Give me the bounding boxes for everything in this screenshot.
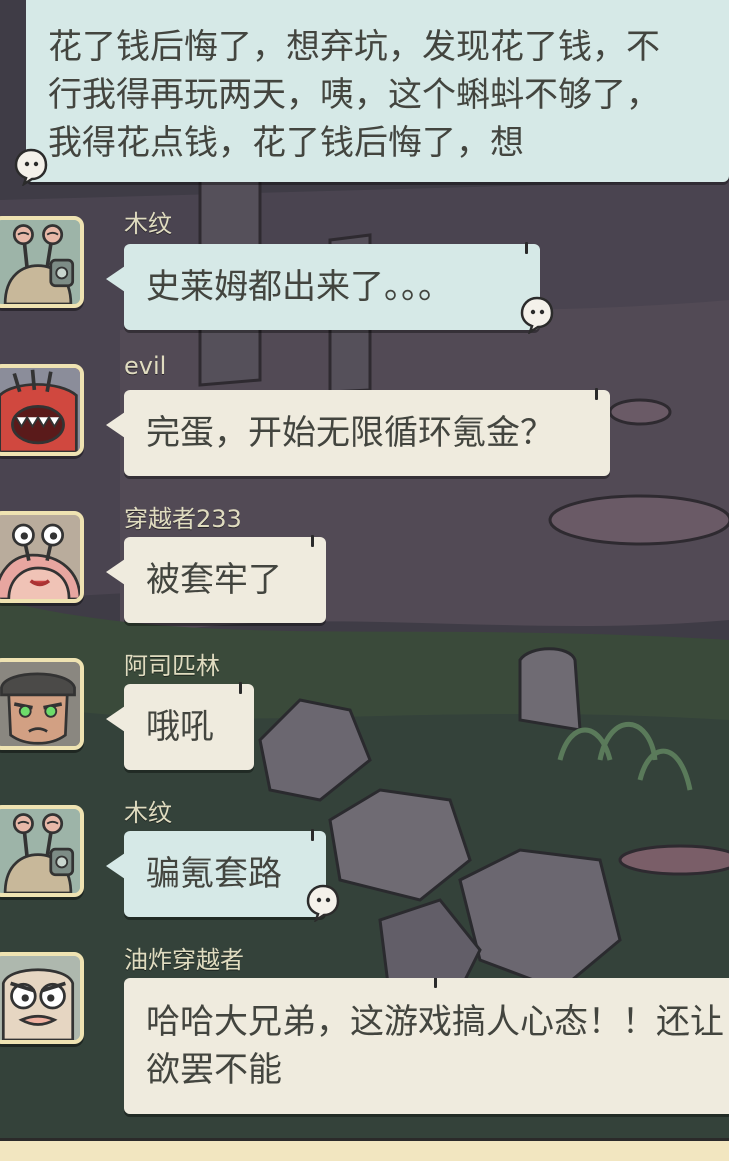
message-text-line: 我得花点钱，花了钱后悔了，想 [48, 123, 524, 163]
message-text: 哈哈大兄弟，这游戏搞人心态！！还让 [146, 1002, 724, 1042]
message-bubble: 哈哈大兄弟，这游戏搞人心态！！还让 欲罢不能 [124, 978, 729, 1114]
red-monster-avatar [0, 368, 80, 452]
message-text: 完蛋，开始无限循环氪金？ [146, 413, 554, 453]
ghost-reaction-icon[interactable] [520, 296, 554, 334]
avatar[interactable] [0, 805, 84, 897]
message-bubble: 花了钱后悔了，想弃坑，发现花了钱，不 行我得再玩两天，咦，这个蝌蚪不够了， 我得… [26, 0, 729, 182]
author-name: 木纹 [124, 799, 172, 827]
snail-goggles-avatar [0, 809, 80, 893]
author-name: evil [124, 352, 167, 380]
avatar[interactable] [0, 658, 84, 750]
bubble-pin [595, 388, 598, 400]
bubble-pin [239, 682, 242, 694]
message-text: 史莱姆都出来了。。。 [146, 267, 452, 307]
pink-snail-avatar [0, 515, 80, 599]
avatar[interactable] [0, 364, 84, 456]
bubble-pin [311, 535, 314, 547]
avatar[interactable] [0, 511, 84, 603]
bubble-pin [434, 978, 437, 988]
message-text-line-2: 欲罢不能 [146, 1050, 282, 1090]
ghost-reaction-icon[interactable] [14, 148, 48, 186]
message-bubble: 被套牢了 [106, 535, 326, 623]
message-text-line: 行我得再玩两天，咦，这个蝌蚪不够了， [48, 75, 660, 115]
bubble-pin [311, 829, 314, 841]
author-name: 阿司匹林 [124, 652, 220, 680]
snail-goggles-avatar [0, 220, 80, 304]
avatar[interactable] [0, 216, 84, 308]
ghost-reaction-icon[interactable] [306, 884, 340, 922]
message-text-line: 花了钱后悔了，想弃坑，发现花了钱，不 [48, 27, 660, 67]
author-name: 油炸穿越者 [124, 946, 244, 974]
message-text: 被套牢了 [146, 560, 282, 600]
avatar[interactable] [0, 952, 84, 1044]
message-bubble: 哦吼 [106, 682, 254, 770]
chat-input-bar[interactable] [0, 1138, 729, 1161]
message-text: 哦吼 [146, 707, 214, 747]
author-name: 穿越者233 [124, 505, 242, 533]
message-bubble: 史莱姆都出来了。。。 [106, 242, 540, 330]
author-name: 木纹 [124, 210, 172, 238]
message-bubble: 完蛋，开始无限循环氪金？ [106, 388, 610, 476]
message-bubble: 骗氪套路 [106, 829, 326, 917]
green-eyed-man-avatar [0, 662, 80, 746]
bubble-pin [525, 242, 528, 254]
message-text: 骗氪套路 [146, 854, 282, 894]
angry-old-man-avatar [0, 956, 80, 1040]
